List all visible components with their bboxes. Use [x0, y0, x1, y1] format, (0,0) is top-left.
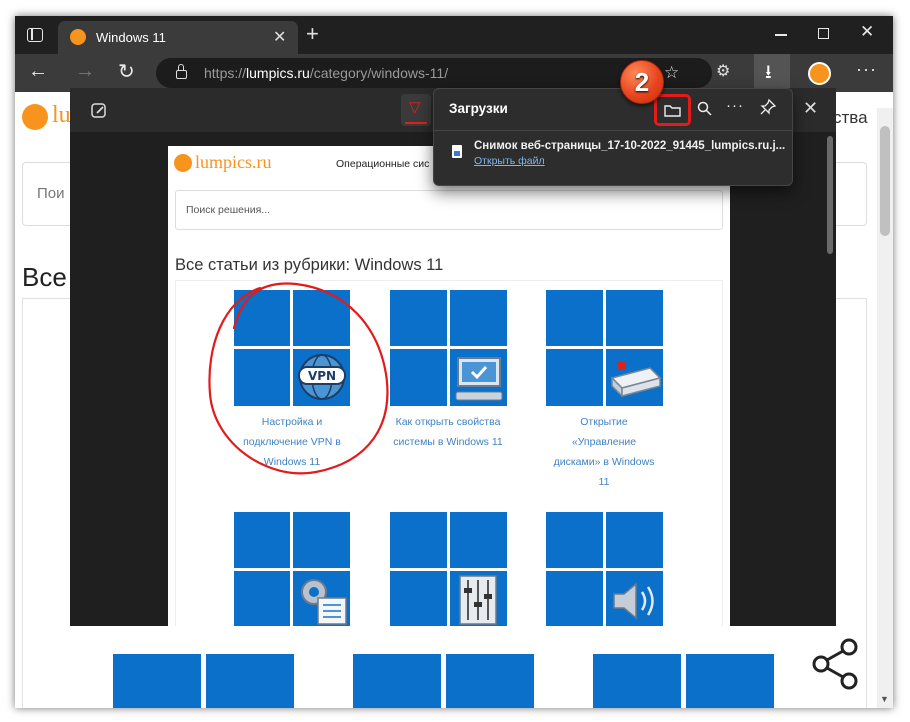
- orange-favicon: [70, 29, 86, 45]
- scrollbar-track[interactable]: ▼: [877, 108, 893, 708]
- settings-gear-icon: [301, 579, 347, 625]
- forward-arrow-icon[interactable]: →: [75, 60, 95, 83]
- downloads-panel: Загрузки ··· Снимок веб-страницы_17-10-2…: [433, 88, 793, 186]
- screen: Windows 11 ✕ + ✕ ← → ↻ https://lumpics.r…: [0, 0, 910, 722]
- tab-title: Windows 11: [96, 30, 166, 45]
- tile: [353, 654, 441, 708]
- title-line: Как открыть свойства: [395, 416, 501, 428]
- nav-fragment[interactable]: ства: [833, 108, 868, 128]
- article-2-title[interactable]: Как открыть свойства системы в Windows 1…: [382, 412, 514, 452]
- title-line: «Управление: [571, 436, 637, 448]
- lock-icon: [176, 64, 187, 79]
- draw-icon: ▽: [409, 99, 421, 116]
- folder-icon: [664, 105, 681, 117]
- browser-toolbar: ← → ↻ https://lumpics.ru/category/window…: [15, 54, 893, 92]
- tab-windows-11[interactable]: Windows 11 ✕: [58, 21, 298, 54]
- scrollbar-thumb[interactable]: [880, 126, 890, 236]
- tile: [593, 654, 681, 708]
- minimize-icon[interactable]: [775, 34, 787, 36]
- favorite-add-icon[interactable]: ☆: [664, 63, 679, 83]
- tile: [606, 512, 663, 568]
- sliders-icon: [459, 575, 497, 625]
- nav-text: Операционные сис: [336, 158, 430, 170]
- tile: [606, 290, 663, 346]
- tile: [206, 654, 294, 708]
- file-icon: [452, 145, 462, 158]
- draw-tool-button[interactable]: ▽: [401, 94, 431, 126]
- tile: [234, 571, 290, 626]
- downloads-title: Загрузки: [449, 101, 508, 116]
- title-line: 11: [598, 476, 610, 488]
- site-logo-icon: [22, 104, 48, 130]
- maximize-icon[interactable]: [818, 28, 829, 39]
- disk-drive-icon: [610, 362, 662, 398]
- tile: [390, 512, 447, 568]
- search-placeholder: Поиск решения...: [186, 204, 271, 216]
- tile: [450, 512, 507, 568]
- tile: [390, 571, 447, 626]
- site-logo-text: lumpics.ru: [195, 152, 272, 172]
- search-box[interactable]: Поиск решения...: [175, 190, 723, 230]
- plus-icon[interactable]: +: [306, 22, 319, 46]
- step-number: 2: [634, 67, 650, 97]
- step-number-badge: 2: [620, 60, 664, 104]
- search-icon[interactable]: [697, 101, 713, 117]
- download-button[interactable]: ⭳: [754, 54, 790, 92]
- screenshot-page: lumpics.ru Операционные сис Поиск решени…: [168, 146, 730, 626]
- more-icon[interactable]: ···: [856, 59, 877, 80]
- site-logo-fragment: lu: [52, 102, 71, 128]
- share-icon[interactable]: [686, 501, 718, 535]
- title-line: Открытие: [580, 416, 628, 428]
- download-file-name[interactable]: Снимок веб-страницы_17-10-2022_91445_lum…: [474, 140, 785, 152]
- tile: [446, 654, 534, 708]
- annotate-icon[interactable]: [90, 102, 108, 120]
- window-close-icon[interactable]: ✕: [860, 22, 874, 42]
- speaker-icon: [613, 582, 654, 620]
- tile: [546, 349, 603, 406]
- article-3-title[interactable]: Открытие «Управление дисками» в Windows …: [538, 412, 670, 492]
- refresh-icon[interactable]: ↻: [118, 59, 135, 84]
- share-icon[interactable]: [811, 638, 861, 690]
- url-text: https://lumpics.ru/category/windows-11/: [204, 65, 448, 81]
- title-line: дисками» в Windows: [553, 456, 655, 468]
- tile: [234, 512, 290, 568]
- extensions-icon[interactable]: ⚙: [716, 61, 730, 81]
- site-logo-icon: [174, 154, 192, 172]
- browser-window: Windows 11 ✕ + ✕ ← → ↻ https://lumpics.r…: [15, 16, 893, 708]
- search-fragment: Пои: [37, 185, 65, 202]
- url-prefix: https://: [204, 65, 247, 81]
- heading-fragment: Все: [22, 262, 67, 292]
- computer-monitor-icon: [455, 357, 503, 401]
- title-line: системы в Windows 11: [393, 436, 503, 448]
- page-heading: Все статьи из рубрики: Windows 11: [175, 256, 444, 274]
- close-icon[interactable]: ✕: [273, 27, 286, 47]
- tile: [686, 654, 774, 708]
- pin-icon[interactable]: [759, 98, 777, 116]
- tile: [546, 571, 603, 626]
- url-domain: lumpics.ru: [246, 65, 310, 81]
- overlay-scrollbar[interactable]: [827, 136, 833, 254]
- url-path: /category/windows-11/: [309, 65, 449, 81]
- tile: [390, 290, 447, 346]
- red-highlight-circle: [208, 282, 389, 475]
- tile: [113, 654, 201, 708]
- profile-avatar[interactable]: [808, 62, 831, 85]
- open-folder-button[interactable]: [654, 94, 691, 126]
- overlay-close-icon[interactable]: ✕: [803, 98, 818, 119]
- back-arrow-icon[interactable]: ←: [28, 60, 48, 83]
- scroll-down-icon[interactable]: ▼: [880, 694, 889, 704]
- download-icon: ⭳: [765, 62, 772, 83]
- sidebar-icon[interactable]: [27, 28, 43, 42]
- tile: [546, 290, 603, 346]
- open-file-link[interactable]: Открыть файл: [474, 155, 545, 167]
- more-icon[interactable]: ···: [726, 97, 744, 114]
- tile: [450, 290, 507, 346]
- tab-bar: Windows 11 ✕ + ✕: [15, 16, 893, 54]
- tile: [293, 512, 350, 568]
- tile: [546, 512, 603, 568]
- tile: [390, 349, 447, 406]
